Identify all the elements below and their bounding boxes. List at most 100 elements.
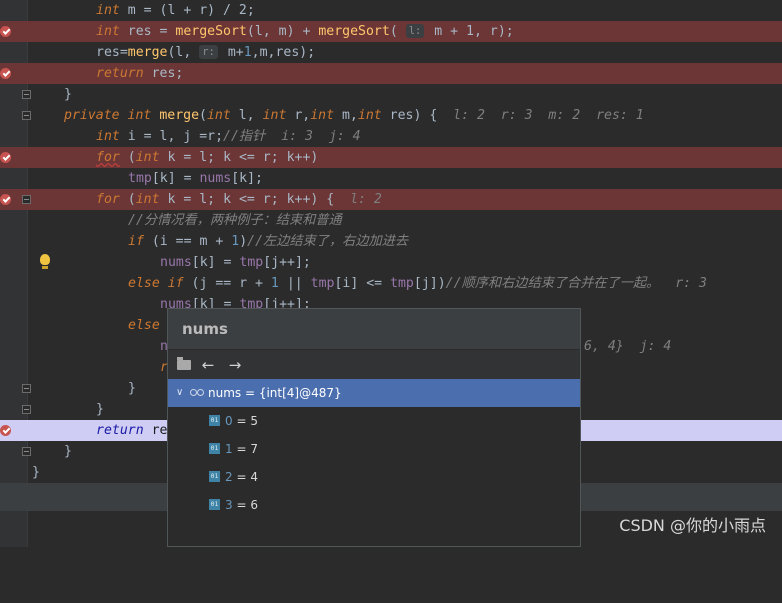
debug-inline-values: r: 3 [659, 276, 707, 291]
code-line[interactable]: res=merge(l, r: m+1,m,res); [0, 42, 782, 63]
primitive-value-icon: 01 [209, 415, 220, 426]
code-text: [k] = [191, 255, 240, 270]
code-line[interactable]: int i = l, j =r;//指针 i: 3 j: 4 [0, 126, 782, 147]
code-text: m = (l + r) / 2; [119, 3, 255, 18]
keyword: private [64, 108, 120, 123]
breakpoint-icon[interactable] [0, 68, 11, 79]
keyword: else if [128, 276, 184, 291]
fold-icon[interactable] [22, 111, 31, 120]
code-line-breakpoint[interactable]: int res = mergeSort(l, m) + mergeSort( l… [0, 21, 782, 42]
method-call: merge [127, 45, 168, 60]
array-value: = 4 [232, 470, 258, 484]
lightbulb-icon[interactable] [40, 254, 50, 269]
fold-icon[interactable] [22, 447, 31, 456]
field-reference: tmp [390, 276, 414, 291]
code-text: k = l; k <= r; k++) { [159, 192, 335, 207]
keyword: int [310, 108, 335, 123]
array-value: = 6 [232, 498, 258, 512]
keyword: else [128, 318, 160, 333]
code-text: (l, [167, 45, 200, 60]
back-button[interactable]: ← [198, 355, 218, 375]
code-text: res = [119, 24, 176, 39]
variable-label: nums = {int[4]@487} [208, 386, 342, 400]
primitive-value-icon: 01 [209, 471, 220, 482]
popup-toolbar: ← → [168, 349, 580, 380]
code-text: res) { [381, 108, 438, 123]
breakpoint-icon[interactable] [0, 152, 11, 163]
code-text: m, [334, 108, 358, 123]
array-index: 1 [225, 442, 233, 456]
code-line[interactable]: private int merge(int l, int r,int m,int… [0, 105, 782, 126]
fold-icon[interactable] [22, 90, 31, 99]
brace: } [64, 444, 72, 459]
field-reference: tmp [128, 171, 152, 186]
field-reference: tmp [239, 255, 264, 270]
watermark: CSDN @你的小雨点 [619, 516, 766, 535]
keyword: int [96, 24, 120, 39]
code-text: [k]; [231, 171, 263, 186]
number-literal: 1 [243, 45, 252, 60]
code-line[interactable]: nums[k] = tmp[j++]; [0, 252, 782, 273]
code-text: res= [96, 45, 128, 60]
tree-item-row[interactable]: 01 1 = 7 [168, 435, 580, 463]
code-line[interactable]: //分情况看，两种例子：结束和普通 [0, 210, 782, 231]
variable-inspection-popup[interactable]: nums ← → ∨ nums = {int[4]@487} 01 0 = 5 … [167, 308, 581, 547]
code-line[interactable]: } [0, 84, 782, 105]
code-line[interactable]: tmp[k] = nums[k]; [0, 168, 782, 189]
code-line-breakpoint[interactable]: return res; [0, 63, 782, 84]
popup-title: nums [182, 320, 228, 338]
keyword: if [128, 234, 144, 249]
chevron-down-icon[interactable]: ∨ [176, 379, 183, 407]
popup-header[interactable]: nums [168, 309, 580, 349]
comment: //顺序和右边结束了合并在了一起。 [445, 276, 660, 291]
keyword: int [135, 150, 160, 165]
breakpoint-icon[interactable] [0, 194, 11, 205]
tree-item-row[interactable]: 01 3 = 6 [168, 491, 580, 519]
breakpoint-icon[interactable] [0, 425, 11, 436]
code-text: res; [143, 66, 184, 81]
keyword: int [96, 129, 120, 144]
keyword: int [262, 108, 287, 123]
code-text: l, [230, 108, 263, 123]
brace: } [32, 465, 40, 480]
tree-item-row[interactable]: 01 2 = 4 [168, 463, 580, 491]
breakpoint-icon[interactable] [0, 26, 11, 37]
keyword: int [206, 108, 231, 123]
tree-root-row[interactable]: ∨ nums = {int[4]@487} [168, 379, 580, 407]
parameter-hint: l: [405, 24, 425, 38]
code-text: || [278, 276, 311, 291]
forward-button[interactable]: → [225, 355, 245, 375]
number-literal: 1 [231, 234, 240, 249]
code-text: r, [286, 108, 311, 123]
tree-item-row[interactable]: 01 0 = 5 [168, 407, 580, 435]
number-literal: 1 [270, 276, 279, 291]
keyword: for [96, 150, 120, 165]
array-value: = 7 [232, 442, 258, 456]
brace: } [128, 381, 136, 396]
code-text: ( [389, 24, 406, 39]
method-call: mergeSort [175, 24, 247, 39]
fold-icon[interactable] [22, 195, 31, 204]
brace: } [96, 402, 104, 417]
field-reference: nums [199, 171, 232, 186]
code-text: [i] <= [334, 276, 391, 291]
code-line[interactable]: int m = (l + r) / 2; [0, 0, 782, 21]
code-line[interactable]: if (i == m + 1)//左边结束了，右边加进去 [0, 231, 782, 252]
code-line[interactable]: else if (j == r + 1 || tmp[i] <= tmp[j])… [0, 273, 782, 294]
code-line-breakpoint[interactable]: for (int k = l; k <= r; k++) [0, 147, 782, 168]
code-text: ( [119, 150, 136, 165]
fold-icon[interactable] [22, 384, 31, 393]
code-text: ) [239, 234, 248, 249]
array-index: 3 [225, 498, 233, 512]
array-value: = 5 [232, 414, 258, 428]
code-line-breakpoint[interactable]: for (int k = l; k <= r; k++) { l: 2 [0, 189, 782, 210]
watch-glasses-icon [190, 389, 204, 396]
brace: } [64, 87, 72, 102]
code-text: ,m,res); [251, 45, 316, 60]
comment: //左边结束了，右边加进去 [247, 234, 409, 249]
code-text: re [143, 423, 168, 438]
debug-inline-values: 6, 4} j: 4 [584, 339, 672, 354]
comment: //分情况看，两种例子：结束和普通 [128, 213, 342, 228]
open-in-tool-window-button[interactable] [173, 355, 193, 375]
fold-icon[interactable] [22, 405, 31, 414]
